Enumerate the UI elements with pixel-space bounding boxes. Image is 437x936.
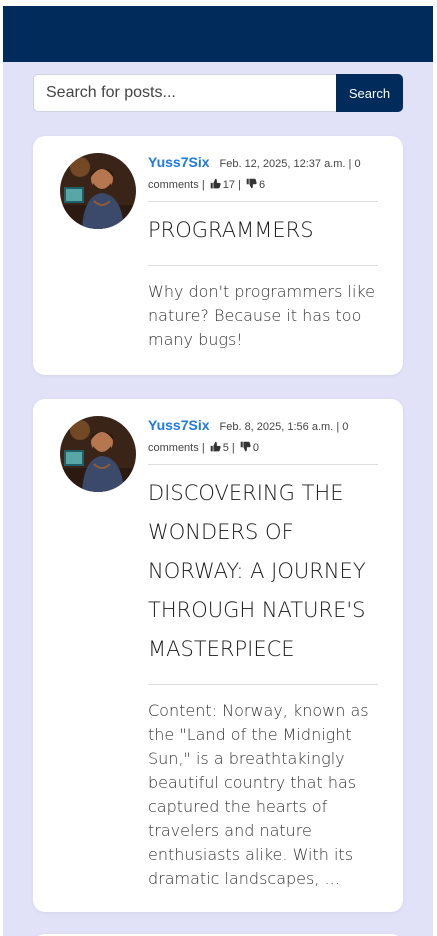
search-input[interactable] (33, 74, 336, 112)
divider (148, 684, 378, 685)
post-card: Yuss7Six Feb. 8, 2025, 1:56 a.m. | 0 comm… (33, 399, 403, 912)
separator: | (336, 421, 340, 433)
author-link[interactable]: Yuss7Six (148, 154, 210, 170)
search-bar: Search (33, 74, 403, 112)
avatar[interactable] (60, 416, 136, 492)
page-frame: Search Yuss7Six Feb. 12, 2025, 12:37 a.m.… (3, 6, 433, 936)
post-excerpt: Content: Norway, known as the "Land of t… (148, 701, 369, 888)
thumbs-up-icon[interactable] (210, 439, 221, 460)
post-meta: Yuss7Six Feb. 8, 2025, 1:56 a.m. | 0 comm… (148, 415, 378, 460)
avatar[interactable] (60, 153, 136, 229)
post-meta: Yuss7Six Feb. 12, 2025, 12:37 a.m. | 0 co… (148, 152, 378, 197)
dislike-count: 6 (258, 179, 266, 191)
like-count: 17 (222, 179, 235, 191)
post-title[interactable]: DISCOVERING THE WONDERS OF NORWAY: A JOU… (148, 474, 378, 669)
post-title[interactable]: PROGRAMMERS (148, 211, 378, 250)
divider (148, 464, 378, 465)
separator: | (238, 179, 241, 191)
like-count: 5 (222, 442, 229, 454)
search-button[interactable]: Search (336, 74, 403, 112)
separator: | (201, 179, 205, 191)
separator: | (201, 442, 205, 454)
post-content: Yuss7Six Feb. 12, 2025, 12:37 a.m. | 0 co… (148, 152, 378, 352)
post-card: Yuss7Six Feb. 12, 2025, 12:37 a.m. | 0 co… (33, 136, 403, 375)
post-content: Yuss7Six Feb. 8, 2025, 1:56 a.m. | 0 comm… (148, 415, 378, 891)
separator: | (348, 158, 352, 170)
separator: | (231, 442, 235, 454)
divider (148, 201, 378, 202)
thumbs-down-icon[interactable] (240, 439, 251, 460)
thumbs-up-icon[interactable] (210, 176, 221, 197)
divider (148, 265, 378, 266)
dislike-count: 0 (252, 442, 259, 454)
post-excerpt: Why don't programmers like nature? Becau… (148, 282, 375, 349)
thumbs-down-icon[interactable] (246, 176, 257, 197)
author-link[interactable]: Yuss7Six (148, 417, 210, 433)
post-date: Feb. 8, 2025, 1:56 a.m. (219, 421, 334, 433)
navbar (3, 6, 433, 62)
post-date: Feb. 12, 2025, 12:37 a.m. (219, 158, 346, 170)
